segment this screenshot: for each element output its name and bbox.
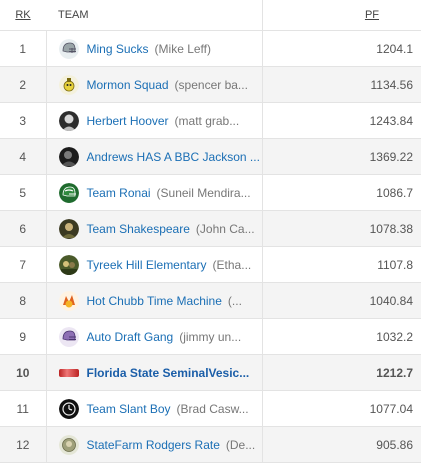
- portrait-icon[interactable]: [59, 147, 79, 167]
- rank-cell: 5: [0, 175, 46, 211]
- owner-name: (spencer ba...: [175, 78, 248, 92]
- rank-cell: 7: [0, 247, 46, 283]
- owner-name: (Etha...: [213, 258, 252, 272]
- points-for-cell: 1212.7: [263, 355, 421, 391]
- team-name-link[interactable]: Hot Chubb Time Machine: [87, 294, 222, 308]
- points-for-cell: 1077.04: [263, 391, 421, 427]
- points-for-cell: 1369.22: [263, 139, 421, 175]
- points-for-cell: 1086.7: [263, 175, 421, 211]
- team-name-link[interactable]: Herbert Hoover: [87, 114, 169, 128]
- table-header-row: RK TEAM PF: [0, 0, 421, 31]
- team-name-link[interactable]: StateFarm Rodgers Rate: [87, 438, 220, 452]
- owner-name: (John Ca...: [196, 222, 255, 236]
- owner-name: (Mike Leff): [155, 42, 211, 56]
- team-cell: Tyreek Hill Elementary (Etha...: [46, 247, 263, 283]
- table-row: 5 Team Ronai (Suneil Mendira... 1086.7: [0, 175, 421, 211]
- rank-cell: 3: [0, 103, 46, 139]
- rank-cell: 8: [0, 283, 46, 319]
- table-row: 9 Auto Draft Gang (jimmy un... 1032.2: [0, 319, 421, 355]
- table-row: 1 Ming Sucks (Mike Leff) 1204.1: [0, 31, 421, 67]
- helmet-icon[interactable]: [59, 183, 79, 203]
- rank-cell: 12: [0, 427, 46, 463]
- badge-icon[interactable]: [59, 435, 79, 455]
- team-cell: Hot Chubb Time Machine (...: [46, 283, 263, 319]
- table-row: 3 Herbert Hoover (matt grab... 1243.84: [0, 103, 421, 139]
- team-name-link[interactable]: Auto Draft Gang: [87, 330, 174, 344]
- portrait-icon[interactable]: [59, 111, 79, 131]
- points-for-cell: 1134.56: [263, 67, 421, 103]
- table-row: 2 Mormon Squad (spencer ba... 1134.56: [0, 67, 421, 103]
- rank-column-header[interactable]: RK: [0, 0, 46, 31]
- points-for-cell: 1078.38: [263, 211, 421, 247]
- owner-name: (jimmy un...: [179, 330, 241, 344]
- table-row: 6 Team Shakespeare (John Ca... 1078.38: [0, 211, 421, 247]
- helmet-icon[interactable]: [59, 39, 79, 59]
- photo-icon[interactable]: [59, 219, 79, 239]
- rank-cell: 4: [0, 139, 46, 175]
- points-for-cell: 1107.8: [263, 247, 421, 283]
- table-row: 4 Andrews HAS A BBC Jackson ... 1369.22: [0, 139, 421, 175]
- points-for-cell: 1204.1: [263, 31, 421, 67]
- team-name-link[interactable]: Team Shakespeare: [87, 222, 190, 236]
- standings-table: RK TEAM PF 1 Ming Sucks (Mike Leff) 1204…: [0, 0, 421, 463]
- table-row: 7 Tyreek Hill Elementary (Etha... 1107.8: [0, 247, 421, 283]
- points-for-cell: 1243.84: [263, 103, 421, 139]
- team-cell: Team Slant Boy (Brad Casw...: [46, 391, 263, 427]
- table-row: 11 Team Slant Boy (Brad Casw... 1077.04: [0, 391, 421, 427]
- banner-icon[interactable]: [59, 363, 79, 383]
- team-name-link[interactable]: Ming Sucks: [87, 42, 149, 56]
- team-name-link[interactable]: Florida State SeminalVesic...: [87, 366, 250, 380]
- team-name-link[interactable]: Andrews HAS A BBC Jackson ...: [87, 150, 260, 164]
- owner-name: (Brad Casw...: [177, 402, 249, 416]
- team-name-link[interactable]: Team Ronai: [87, 186, 151, 200]
- owner-name: (De...: [226, 438, 255, 452]
- rank-cell: 10: [0, 355, 46, 391]
- clock-icon[interactable]: [59, 399, 79, 419]
- helmet-icon[interactable]: [59, 327, 79, 347]
- team-cell: Andrews HAS A BBC Jackson ...: [46, 139, 263, 175]
- team-column-header: TEAM: [46, 0, 263, 31]
- points-for-column-header[interactable]: PF: [263, 0, 421, 31]
- points-for-cell: 1040.84: [263, 283, 421, 319]
- owner-name: (...: [228, 294, 242, 308]
- team-cell: Ming Sucks (Mike Leff): [46, 31, 263, 67]
- team-name-link[interactable]: Mormon Squad: [87, 78, 169, 92]
- character-icon[interactable]: [59, 75, 79, 95]
- rank-cell: 2: [0, 67, 46, 103]
- team-cell: Team Ronai (Suneil Mendira...: [46, 175, 263, 211]
- rank-cell: 9: [0, 319, 46, 355]
- table-row: 8 Hot Chubb Time Machine (... 1040.84: [0, 283, 421, 319]
- points-for-cell: 1032.2: [263, 319, 421, 355]
- team-name-link[interactable]: Team Slant Boy: [87, 402, 171, 416]
- team-name-link[interactable]: Tyreek Hill Elementary: [87, 258, 207, 272]
- table-row: 10 Florida State SeminalVesic... 1212.7: [0, 355, 421, 391]
- table-row: 12 StateFarm Rodgers Rate (De... 905.86: [0, 427, 421, 463]
- team-cell: Mormon Squad (spencer ba...: [46, 67, 263, 103]
- team-cell: Auto Draft Gang (jimmy un...: [46, 319, 263, 355]
- rank-cell: 6: [0, 211, 46, 247]
- owner-name: (matt grab...: [175, 114, 240, 128]
- points-for-cell: 905.86: [263, 427, 421, 463]
- team-cell: Herbert Hoover (matt grab...: [46, 103, 263, 139]
- team-cell: StateFarm Rodgers Rate (De...: [46, 427, 263, 463]
- rank-cell: 11: [0, 391, 46, 427]
- owner-name: (Suneil Mendira...: [157, 186, 251, 200]
- team-cell: Team Shakespeare (John Ca...: [46, 211, 263, 247]
- photo-icon[interactable]: [59, 255, 79, 275]
- team-cell: Florida State SeminalVesic...: [46, 355, 263, 391]
- rank-cell: 1: [0, 31, 46, 67]
- cartoon-icon[interactable]: [59, 291, 79, 311]
